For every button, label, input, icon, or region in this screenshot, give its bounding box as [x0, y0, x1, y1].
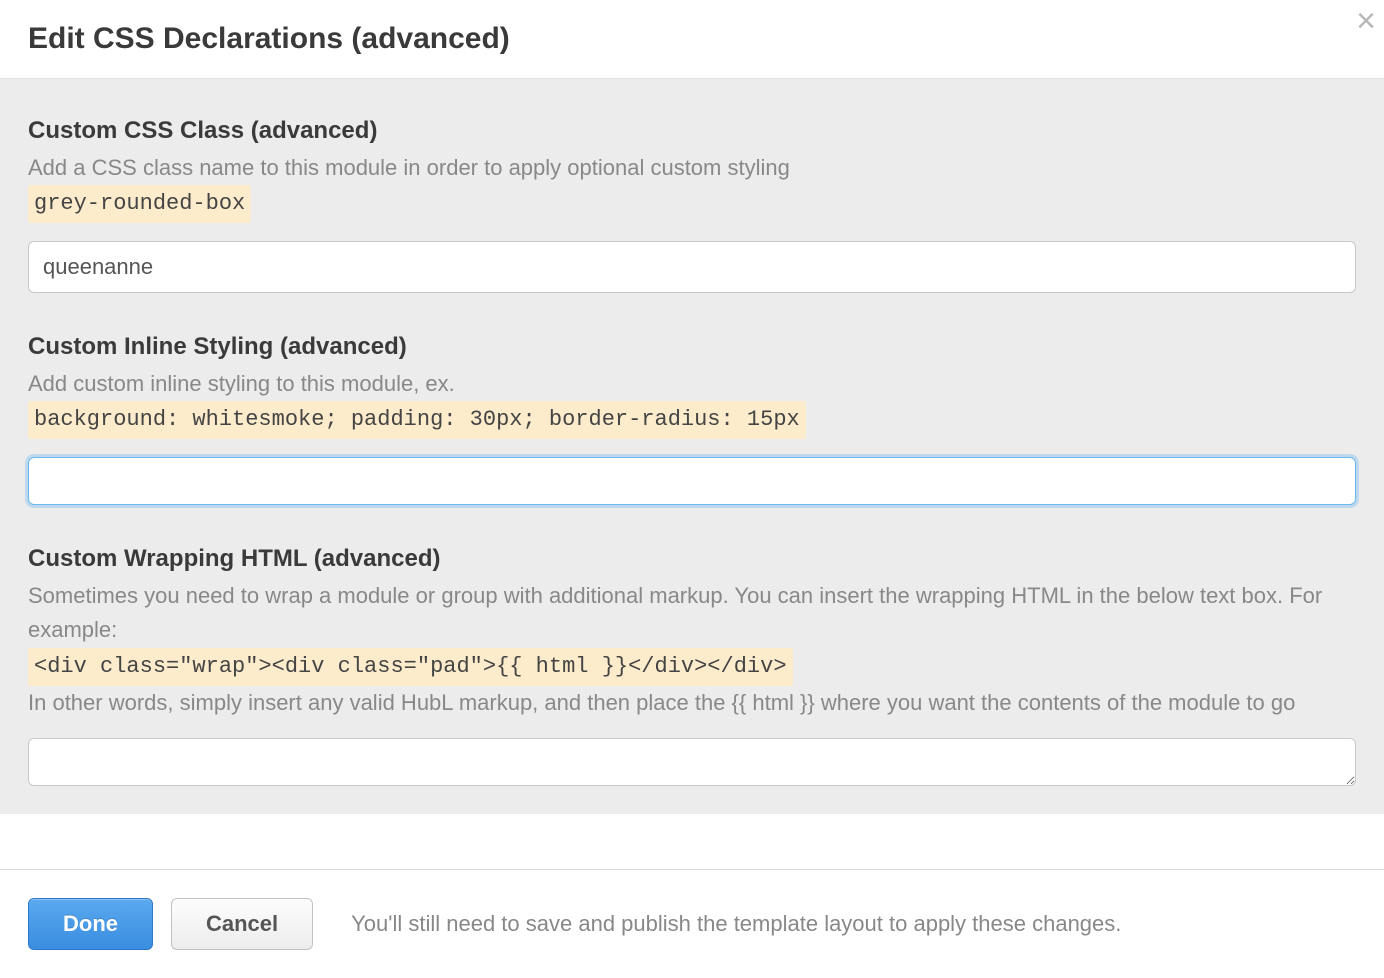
cancel-button[interactable]: Cancel [171, 898, 313, 950]
css-class-heading: Custom CSS Class (advanced) [28, 117, 1356, 145]
css-class-desc-text: Add a CSS class name to this module in o… [28, 155, 790, 180]
wrapping-html-desc1: Sometimes you need to wrap a module or g… [28, 583, 1322, 642]
inline-style-input[interactable] [28, 457, 1356, 505]
wrapping-html-desc2: In other words, simply insert any valid … [28, 690, 1295, 715]
section-inline-style: Custom Inline Styling (advanced) Add cus… [28, 333, 1356, 505]
section-wrapping-html: Custom Wrapping HTML (advanced) Sometime… [28, 545, 1356, 790]
section-css-class: Custom CSS Class (advanced) Add a CSS cl… [28, 117, 1356, 293]
css-class-desc: Add a CSS class name to this module in o… [28, 151, 1356, 223]
modal-title: Edit CSS Declarations (advanced) [28, 22, 1356, 56]
close-icon[interactable]: × [1356, 4, 1376, 38]
inline-style-desc-text: Add custom inline styling to this module… [28, 371, 455, 396]
wrapping-html-example: <div class="wrap"><div class="pad">{{ ht… [28, 648, 793, 686]
css-class-example: grey-rounded-box [28, 185, 251, 223]
wrapping-html-desc: Sometimes you need to wrap a module or g… [28, 579, 1356, 719]
modal-footer: Done Cancel You'll still need to save an… [0, 869, 1384, 978]
modal-body: Custom CSS Class (advanced) Add a CSS cl… [0, 79, 1384, 814]
edit-css-modal: Edit CSS Declarations (advanced) × Custo… [0, 0, 1384, 978]
inline-style-desc: Add custom inline styling to this module… [28, 367, 1356, 439]
css-class-input[interactable] [28, 241, 1356, 293]
wrapping-html-heading: Custom Wrapping HTML (advanced) [28, 545, 1356, 573]
inline-style-example: background: whitesmoke; padding: 30px; b… [28, 401, 806, 439]
inline-style-heading: Custom Inline Styling (advanced) [28, 333, 1356, 361]
modal-header: Edit CSS Declarations (advanced) × [0, 0, 1384, 79]
footer-note: You'll still need to save and publish th… [351, 911, 1121, 937]
wrapping-html-input[interactable] [28, 738, 1356, 786]
done-button[interactable]: Done [28, 898, 153, 950]
